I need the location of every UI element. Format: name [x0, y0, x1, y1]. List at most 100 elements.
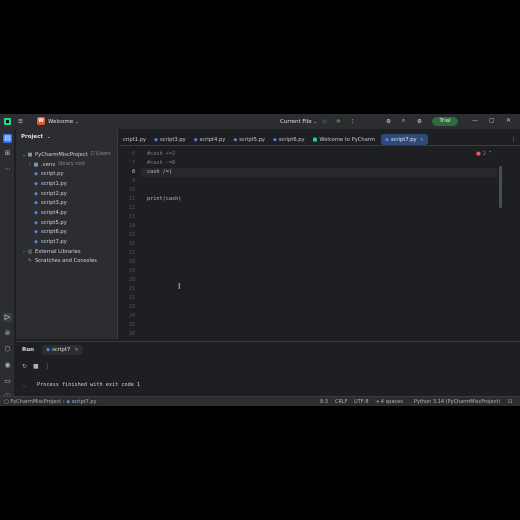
- tree-item-label: script6.py: [41, 229, 67, 236]
- pycharm-logo-icon[interactable]: [4, 118, 11, 125]
- caret-position[interactable]: 8:3: [320, 399, 328, 405]
- tree-item-script7[interactable]: ◆ script7.py: [16, 237, 118, 247]
- tree-root[interactable]: ⌄ ■ PyCharmMiscProject C:\Users: [16, 150, 118, 160]
- tree-item-script3[interactable]: ◆ script3.py: [16, 198, 118, 208]
- tree-item-external-libraries[interactable]: › ▥ External Libraries: [16, 247, 118, 257]
- folder-icon: ■: [33, 161, 39, 168]
- python-file-icon: ◆: [66, 399, 71, 405]
- run-config-label: Current File: [280, 118, 312, 125]
- chevron-down-icon: ⌄: [75, 119, 79, 124]
- tab-script7[interactable]: ◆ script7.py ×: [381, 134, 428, 145]
- run-icon[interactable]: ▷: [323, 117, 327, 126]
- line-number: 15: [128, 232, 135, 238]
- tree-item-label: script7.py: [41, 239, 67, 246]
- rerun-icon[interactable]: ↻: [22, 363, 27, 370]
- services-icon[interactable]: ◉: [3, 361, 12, 370]
- code-line: #cash -=8: [147, 160, 176, 166]
- tool-window-strip: ▤ ⊞ ⋯ ▷ ⊛ ⬡ ◉ ▭ ⓘ: [0, 129, 15, 401]
- folder-icon: ■: [27, 151, 33, 158]
- run-tab[interactable]: ◆ script7 ×: [42, 345, 83, 355]
- tree-item-script2[interactable]: ◆ script2.py: [16, 189, 118, 199]
- tree-item-venv[interactable]: › ■ .venv library root: [16, 160, 118, 170]
- python-file-icon: ◆: [34, 229, 38, 236]
- line-number: 18: [128, 259, 135, 265]
- code-line: cash /=(: [147, 169, 172, 175]
- trial-button[interactable]: Trial: [432, 117, 458, 126]
- structure-tool-icon[interactable]: ⊞: [3, 149, 12, 158]
- line-number: 24: [128, 313, 135, 319]
- python-interpreter[interactable]: Python 3.14 (PyCharmMiscProject): [414, 399, 500, 405]
- ide-window: ☰ W Welcome ⌄ Current File ⌄ ▷ ✲ ⋮ ⚙ ⌕ ⚙…: [0, 114, 520, 406]
- tree-item-script1[interactable]: ◆ script1.py: [16, 179, 118, 189]
- project-avatar[interactable]: W: [37, 117, 45, 125]
- tree-item-label: Scratches and Consoles: [35, 258, 97, 265]
- close-tab-icon[interactable]: ×: [74, 347, 78, 353]
- project-switcher[interactable]: Welcome ⌄: [48, 117, 79, 126]
- debug-icon[interactable]: ✲: [336, 117, 341, 126]
- more-tools-icon[interactable]: ⋯: [3, 165, 12, 174]
- settings-icon[interactable]: ⚙: [417, 117, 422, 126]
- code-editor[interactable]: #cash +=2 #cash -=8 cash /=( print(cash): [147, 150, 497, 340]
- tree-item-script5[interactable]: ◆ script5.py: [16, 218, 118, 228]
- editor-scrollbar[interactable]: [499, 166, 502, 208]
- tab-script4[interactable]: ◆ script4.py: [190, 133, 230, 146]
- scratches-icon: ✎: [27, 258, 33, 265]
- tree-item-script6[interactable]: ◆ script6.py: [16, 228, 118, 238]
- project-panel-title: Project: [21, 134, 44, 140]
- python-file-icon: ◆: [34, 239, 38, 246]
- indent-indicator[interactable]: ⇥ 4 spaces: [375, 399, 403, 405]
- project-panel-header[interactable]: Project ⌄: [21, 134, 50, 140]
- search-icon[interactable]: ⌕: [402, 117, 405, 126]
- tree-item-script4[interactable]: ◆ script4.py: [16, 208, 118, 218]
- stop-icon[interactable]: ■: [33, 363, 39, 370]
- tab-script6[interactable]: ◆ script6.py: [269, 133, 309, 146]
- terminal-icon[interactable]: ▭: [3, 377, 12, 386]
- python-file-icon: ◆: [34, 171, 38, 178]
- hamburger-menu-icon[interactable]: ☰: [18, 117, 23, 126]
- run-config-selector[interactable]: Current File ⌄: [280, 117, 317, 126]
- line-number: 13: [128, 214, 135, 220]
- line-number: 19: [128, 268, 135, 274]
- line-number: 8: [131, 169, 135, 175]
- tab-script5[interactable]: ◆ script5.py: [229, 133, 269, 146]
- close-icon[interactable]: ✕: [506, 117, 511, 124]
- line-number: 12: [128, 205, 135, 211]
- line-number: 9: [131, 178, 135, 184]
- more-options-icon[interactable]: ⋮: [45, 363, 51, 370]
- more-actions-icon[interactable]: ⋮: [350, 117, 356, 126]
- file-encoding[interactable]: UTF-8: [354, 399, 369, 405]
- python-console-icon[interactable]: ⬡: [3, 345, 12, 354]
- python-file-icon: ◆: [34, 190, 38, 197]
- tab-label: cript1.py: [123, 136, 147, 143]
- line-separator[interactable]: CRLF: [335, 399, 348, 405]
- close-tab-icon[interactable]: ×: [420, 137, 424, 143]
- line-number: 26: [128, 331, 135, 337]
- tree-item-hint: library root: [58, 162, 85, 168]
- line-number: 6: [131, 151, 135, 157]
- project-name: Welcome: [48, 118, 74, 125]
- breadcrumb[interactable]: ▢ PyCharmMiscProject › ◆ script7.py: [4, 399, 97, 405]
- line-number: 17: [128, 250, 135, 256]
- status-bar: ▢ PyCharmMiscProject › ◆ script7.py 8:3 …: [0, 396, 520, 406]
- minimize-icon[interactable]: —: [472, 117, 478, 124]
- project-panel: Project ⌄ ⌄ ■ PyCharmMiscProject C:\User…: [16, 129, 118, 339]
- tabs-more-icon[interactable]: ⋮: [507, 133, 520, 146]
- tree-item-label: script4.py: [41, 209, 67, 216]
- tree-item-scratches[interactable]: ✎ Scratches and Consoles: [16, 257, 118, 267]
- tab-script3[interactable]: ◆ script3.py: [150, 133, 190, 146]
- maximize-icon[interactable]: ▢: [489, 117, 495, 124]
- run-tool-icon[interactable]: ▷: [3, 313, 12, 322]
- ai-assistant-icon[interactable]: ⚙: [386, 117, 391, 126]
- project-tool-icon[interactable]: ▤: [3, 134, 12, 143]
- tab-script1[interactable]: cript1.py: [119, 133, 150, 146]
- lock-icon[interactable]: ⊡: [508, 399, 512, 405]
- tree-root-path: C:\Users: [90, 152, 111, 158]
- line-number: 14: [128, 223, 135, 229]
- python-packages-icon[interactable]: ⊛: [3, 329, 12, 338]
- line-number: 20: [128, 277, 135, 283]
- editor-tabs: cript1.py ◆ script3.py ◆ script4.py ◆ sc…: [119, 133, 520, 146]
- tab-label: script3.py: [159, 136, 186, 143]
- tree-item-label: External Libraries: [35, 248, 81, 255]
- tree-item-script[interactable]: ◆ script.py: [16, 169, 118, 179]
- tab-welcome[interactable]: ■ Welcome to PyCharm: [309, 133, 379, 146]
